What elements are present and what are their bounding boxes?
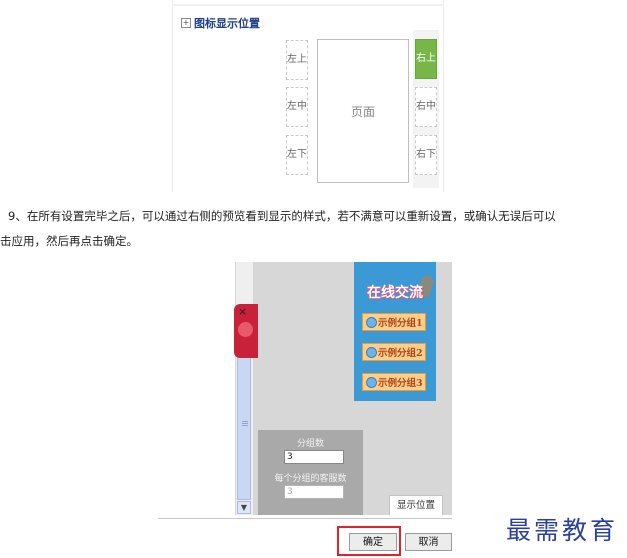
position-label: 右中 [416,101,436,112]
page-preview-box: 页面 [317,39,409,183]
group-button-3[interactable]: 示例分组3 [362,373,426,391]
tab-display-position[interactable]: 显示位置 [389,495,443,515]
scrollbar[interactable]: ▼ [235,262,254,515]
position-label: 左中 [287,101,307,112]
position-label: 右下 [416,149,436,160]
group-label: 示例分组3 [378,378,423,389]
agents-per-group-label: 每个分组的客服数 [274,474,347,484]
instruction-line-2: 击应用，然后再点击确定。 [0,234,138,248]
section-header[interactable]: + 图标显示位置 [181,15,260,31]
position-label: 左下 [287,149,307,160]
scrollbar-thumb[interactable] [237,350,251,500]
scroll-down-arrow-icon[interactable]: ▼ [237,501,251,514]
panel-top-divider [173,4,443,6]
instruction-text: 9、在所有设置完毕之后，可以通过右侧的预览看到显示的样式，若不满意可以重新设置，… [0,204,627,254]
group-count-input[interactable]: 3 [284,450,344,464]
group-button-1[interactable]: 示例分组1 [362,313,426,331]
expand-plus-icon[interactable]: + [181,18,191,28]
group-label: 示例分组2 [378,348,423,359]
icon-position-panel: + 图标显示位置 左上 左中 左下 页面 右上 右中 右下 [172,0,444,192]
ok-button[interactable]: 确定 [349,533,397,551]
group-count-label: 分组数 [296,439,324,449]
position-right-top[interactable]: 右上 [415,39,437,79]
chat-widget: 在线交流 示例分组1 示例分组2 示例分组3 [354,262,436,401]
position-left-top[interactable]: 左上 [286,40,308,80]
paw-logo-icon [238,322,253,337]
widget-title: 在线交流 [367,285,423,301]
position-left-bottom[interactable]: 左下 [286,135,308,175]
user-icon [366,346,377,358]
watermark: 最需教育 [506,516,619,545]
settings-panel: 分组数 3 每个分组的客服数 3 [258,430,363,515]
page-label: 页面 [350,104,375,119]
section-title: 图标显示位置 [194,17,260,30]
group-label: 示例分组1 [378,318,423,329]
scrollbar-grip-icon [242,421,248,422]
instruction-line-1: 9、在所有设置完毕之后，可以通过右侧的预览看到显示的样式，若不满意可以重新设置，… [8,209,556,223]
position-right-middle[interactable]: 右中 [415,87,437,127]
dialog-divider [158,518,452,519]
user-icon [366,376,377,388]
agents-per-group-input[interactable]: 3 [284,485,344,499]
position-right-bottom[interactable]: 右下 [415,135,437,175]
close-icon[interactable]: × [238,305,247,318]
cancel-button[interactable]: 取消 [405,533,452,551]
preview-dialog: ▼ × 在线交流 示例分组1 示例分组2 示例分组3 分组数 3 每个分组的客服… [158,262,452,556]
position-left-middle[interactable]: 左中 [286,87,308,127]
position-label: 左上 [287,54,307,65]
position-label: 右上 [416,53,436,64]
user-icon [366,316,377,328]
chat-float-handle[interactable]: × [234,304,258,358]
group-button-2[interactable]: 示例分组2 [362,343,426,361]
